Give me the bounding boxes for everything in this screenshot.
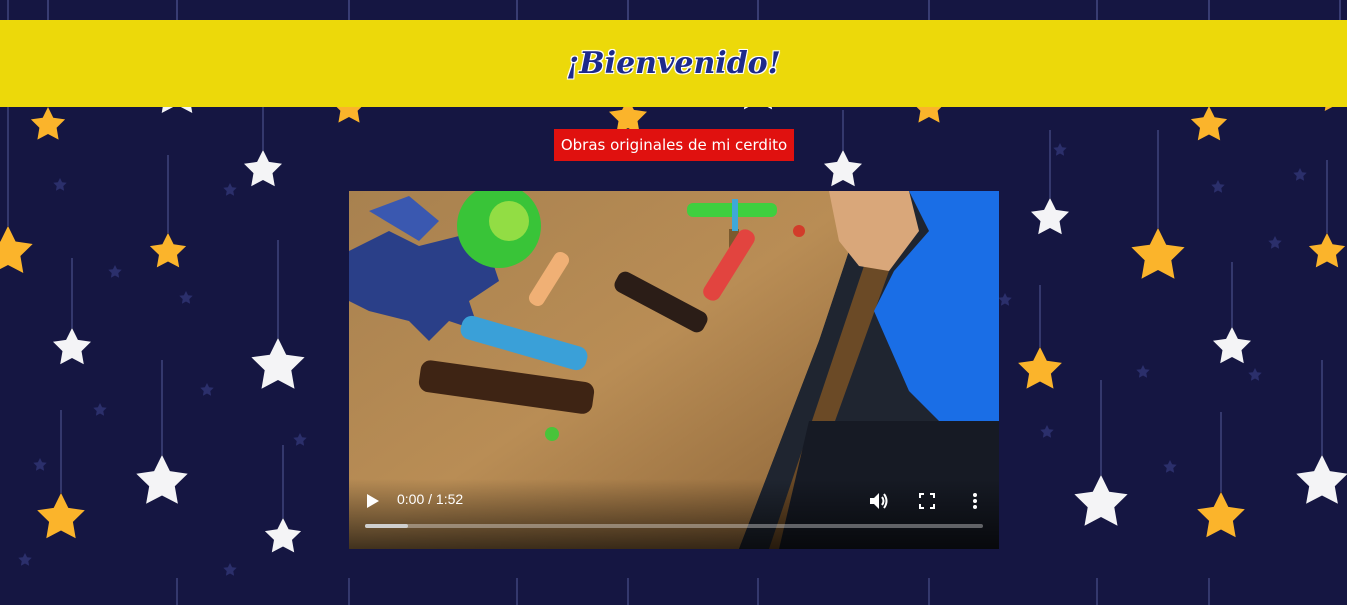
star-icon xyxy=(0,226,33,273)
small-star-icon xyxy=(1268,236,1282,249)
video-player[interactable]: 0:00 / 1:52 xyxy=(349,191,999,549)
star-icon xyxy=(1018,347,1062,389)
star-icon xyxy=(136,455,188,504)
star-icon xyxy=(149,233,187,268)
small-star-icon xyxy=(1293,168,1307,181)
progress-buffered xyxy=(365,524,409,528)
star-icon xyxy=(1031,198,1069,235)
small-star-icon xyxy=(1248,368,1262,381)
small-star-icon xyxy=(108,265,122,278)
page-title: ¡Bienvenido! xyxy=(566,46,781,81)
small-star-icon xyxy=(200,383,214,396)
star-icon xyxy=(251,338,305,389)
small-star-icon xyxy=(53,178,67,191)
small-star-icon xyxy=(223,563,237,576)
small-star-icon xyxy=(33,458,47,471)
more-options-icon[interactable] xyxy=(963,489,987,513)
volume-icon[interactable] xyxy=(867,489,891,513)
star-icon xyxy=(1074,475,1128,526)
small-star-icon xyxy=(1163,460,1177,473)
star-icon xyxy=(1308,233,1346,268)
star-icon xyxy=(30,107,66,140)
star-icon xyxy=(824,150,862,187)
small-star-icon xyxy=(293,433,307,446)
small-star-icon xyxy=(93,403,107,416)
small-star-icon xyxy=(1136,365,1150,378)
star-icon xyxy=(37,493,85,539)
fullscreen-icon[interactable] xyxy=(915,489,939,513)
star-icon xyxy=(1213,327,1251,364)
small-star-icon xyxy=(1040,425,1054,438)
small-star-icon xyxy=(1053,143,1067,156)
small-star-icon xyxy=(18,553,32,566)
small-star-icon xyxy=(998,293,1012,306)
time-display: 0:00 / 1:52 xyxy=(397,491,464,507)
welcome-banner: ¡Bienvenido! xyxy=(0,20,1347,107)
small-star-icon xyxy=(179,291,193,304)
star-icon xyxy=(1131,228,1185,279)
small-star-icon xyxy=(1211,180,1225,193)
star-icon xyxy=(264,518,302,553)
original-works-button[interactable]: Obras originales de mi cerdito xyxy=(554,129,794,161)
star-icon xyxy=(1296,455,1347,504)
video-controls xyxy=(349,479,999,549)
star-icon xyxy=(244,150,282,187)
star-icon xyxy=(1190,106,1228,141)
star-icon xyxy=(53,328,91,365)
star-icon xyxy=(1197,492,1245,538)
play-icon[interactable] xyxy=(363,491,383,511)
small-star-icon xyxy=(223,183,237,196)
progress-track[interactable] xyxy=(365,524,983,528)
